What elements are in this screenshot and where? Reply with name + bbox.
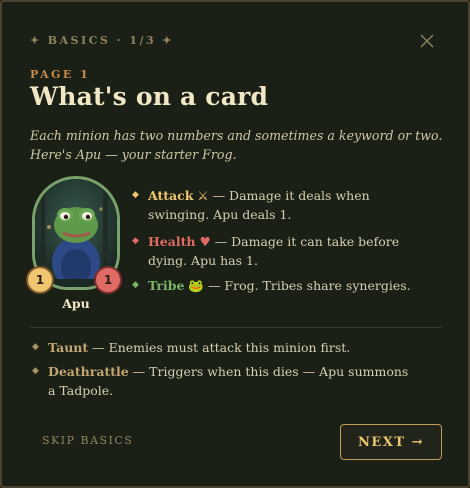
tutorial-panel: ✦ BASICS · 1/3 ✦ PAGE 1 What's on a card…: [0, 0, 470, 488]
tribe-description: — Frog. Tribes share synergies.: [203, 278, 411, 293]
diamond-bullet-icon: ◆: [32, 366, 39, 376]
list-item: ◆ Attack ⚔ — Damage it deals when swingi…: [132, 186, 432, 224]
sparkle-icon: ✦: [30, 34, 42, 47]
sword-icon: ⚔: [197, 188, 209, 203]
taunt-description: — Enemies must attack this minion first.: [88, 340, 351, 355]
list-item: ◆ Deathrattle — Triggers when this dies …: [32, 362, 412, 400]
intro-text: Each minion has two numbers and sometime…: [30, 128, 443, 162]
page-title: What's on a card: [30, 82, 269, 111]
page-label: PAGE 1: [30, 68, 91, 81]
minion-name: Apu: [62, 296, 90, 311]
close-icon: [420, 34, 434, 48]
divider: [30, 327, 442, 328]
frog-icon: 🐸: [188, 278, 204, 293]
list-item: ◆ Tribe 🐸 — Frog. Tribes share synergies…: [132, 276, 432, 295]
diamond-bullet-icon: ◆: [32, 342, 39, 352]
taunt-keyword: Taunt: [48, 340, 89, 355]
list-item: ◆ Taunt — Enemies must attack this minio…: [32, 338, 432, 357]
health-keyword: Health: [148, 234, 196, 249]
deathrattle-keyword: Deathrattle: [48, 364, 129, 379]
diamond-bullet-icon: ◆: [132, 236, 139, 246]
section-eyebrow: ✦ BASICS · 1/3 ✦: [30, 34, 174, 47]
list-item: ◆ Health ♥ — Damage it can take before d…: [132, 232, 432, 270]
attack-stat-badge: 1: [26, 266, 54, 294]
sparkle-icon: ✦: [162, 34, 174, 47]
tribe-keyword: Tribe: [148, 278, 185, 293]
next-button[interactable]: NEXT →: [340, 424, 442, 460]
diamond-bullet-icon: ◆: [132, 280, 139, 290]
skip-basics-button[interactable]: SKIP BASICS: [42, 434, 133, 447]
close-button[interactable]: [416, 30, 438, 52]
attack-keyword: Attack: [148, 188, 194, 203]
eyebrow-label: BASICS · 1/3: [47, 34, 157, 47]
heart-icon: ♥: [199, 234, 211, 249]
diamond-bullet-icon: ◆: [132, 190, 139, 200]
health-stat-badge: 1: [94, 266, 122, 294]
